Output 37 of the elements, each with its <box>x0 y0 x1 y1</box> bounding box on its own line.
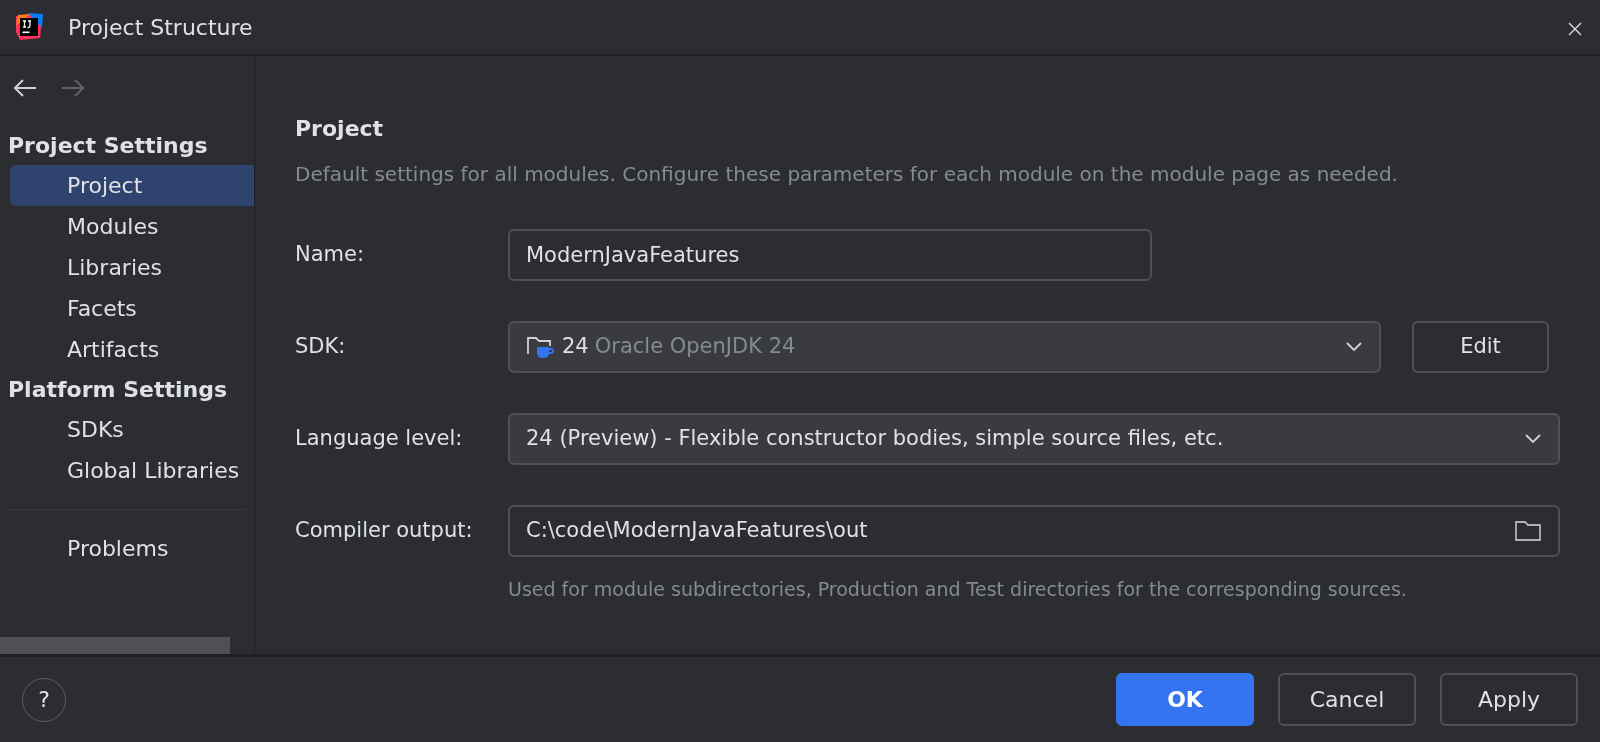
name-field[interactable]: ModernJavaFeatures <box>508 229 1152 281</box>
field-label: SDK: <box>295 333 347 361</box>
sidebar-item[interactable]: Global Libraries <box>10 450 254 491</box>
back-arrow-icon[interactable] <box>12 78 38 98</box>
dropdown-value: 24 (Preview) - Flexible constructor bodies, simple source files, etc. <box>526 425 1224 453</box>
field-label: Compiler output: <box>295 517 474 545</box>
language-level-dropdown[interactable]: 24 (Preview) - Flexible constructor bodies, simple source files, etc. <box>508 413 1560 465</box>
sidebar-group-title: Platform Settings <box>7 376 228 404</box>
field-hint: Used for module subdirectories, Production and Test directories for the corresponding sources. <box>508 577 1408 602</box>
sidebar-item[interactable]: Modules <box>10 206 254 247</box>
edit-button[interactable]: Edit <box>1412 321 1549 373</box>
sdk-dropdown[interactable]: 24 Oracle OpenJDK 24 <box>508 321 1381 373</box>
dialog-button[interactable]: Apply <box>1440 673 1578 726</box>
folder-cup-icon <box>526 334 556 360</box>
sidebar-item[interactable]: Project <box>10 165 254 206</box>
field-label: Name: <box>295 241 366 269</box>
field-value: C:\code\ModernJavaFeatures\out <box>526 517 868 545</box>
dialog-button[interactable]: Cancel <box>1278 673 1416 726</box>
chevron-down-icon <box>1524 434 1542 444</box>
sidebar-item[interactable]: SDKs <box>10 409 254 450</box>
sidebar-item[interactable]: Problems <box>10 528 254 569</box>
scrollbar[interactable] <box>0 637 230 654</box>
sidebar-group-title: Project Settings <box>7 132 209 160</box>
sidebar-item[interactable]: Facets <box>10 288 254 329</box>
field-label: Language level: <box>295 425 464 453</box>
sdk-name: Oracle OpenJDK 24 <box>594 333 796 361</box>
page-title: Project <box>295 115 385 143</box>
page-description: Default settings for all modules. Configure these parameters for each module on the module page as needed. <box>295 161 1399 188</box>
compiler-output-field[interactable]: C:\code\ModernJavaFeatures\out <box>508 505 1560 557</box>
chevron-down-icon <box>1345 342 1363 352</box>
sdk-version: 24 <box>562 333 589 361</box>
app-logo-icon <box>14 12 44 42</box>
window-title: Project Structure <box>68 13 253 42</box>
sidebar-item[interactable]: Libraries <box>10 247 254 288</box>
dialog-button[interactable]: OK <box>1116 673 1254 726</box>
sidebar-item[interactable]: Artifacts <box>10 329 254 370</box>
folder-icon[interactable] <box>1514 520 1542 542</box>
